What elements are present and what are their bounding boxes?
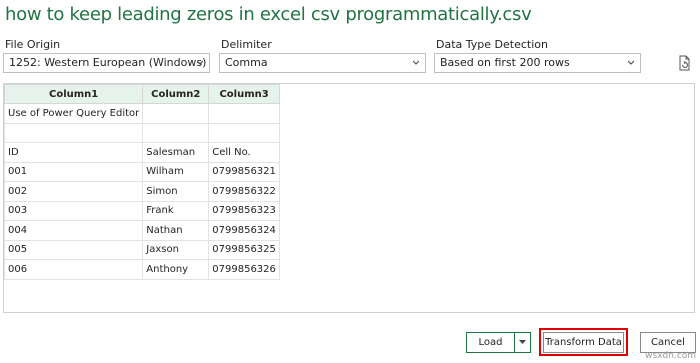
window-title: how to keep leading zeros in excel csv p…: [5, 4, 532, 25]
table-cell: [208, 122, 280, 143]
table-row: 003 Frank 0799856323: [4, 200, 280, 221]
table-cell: 0799856324: [208, 220, 280, 241]
table-cell: Nathan: [142, 220, 210, 241]
table-cell: [142, 103, 210, 124]
table-cell: 0799856325: [208, 239, 280, 260]
preview-table: Column1 Column2 Column3 Use of Power Que…: [4, 84, 280, 280]
table-cell: [142, 122, 210, 143]
data-type-detection-select[interactable]: Based on first 200 rows: [434, 53, 641, 73]
table-row: 004 Nathan 0799856324: [4, 220, 280, 241]
table-header-row: Column1 Column2 Column3: [4, 84, 280, 104]
watermark-text: wsxdn.com: [645, 351, 696, 361]
table-row: ID Salesman Cell No.: [4, 142, 280, 163]
data-type-detection-value: Based on first 200 rows: [440, 56, 570, 69]
table-cell: 003: [4, 200, 144, 221]
table-row: [4, 122, 280, 143]
table-cell: 005: [4, 239, 144, 260]
file-origin-value: 1252: Western European (Windows): [9, 56, 207, 69]
data-preview-grid[interactable]: Column1 Column2 Column3 Use of Power Que…: [3, 83, 695, 313]
table-cell: Jaxson: [142, 239, 210, 260]
table-row: 006 Anthony 0799856326: [4, 259, 280, 280]
chevron-down-icon: [519, 340, 526, 344]
delimiter-select[interactable]: Comma: [219, 53, 426, 73]
load-split-button[interactable]: Load: [466, 332, 531, 353]
table-cell: Wilham: [142, 161, 210, 182]
table-cell: Salesman: [142, 142, 210, 163]
table-cell: 0799856323: [208, 200, 280, 221]
table-cell: Use of Power Query Editor: [4, 103, 144, 124]
table-cell: 0799856326: [208, 259, 280, 280]
highlight-box: [539, 328, 628, 356]
file-origin-label: File Origin: [5, 38, 61, 51]
refresh-file-icon[interactable]: [676, 55, 692, 71]
column-header: Column1: [4, 84, 144, 104]
chevron-down-icon: [628, 60, 634, 65]
table-row: 005 Jaxson 0799856325: [4, 239, 280, 260]
table-cell: 006: [4, 259, 144, 280]
table-cell: Frank: [142, 200, 210, 221]
chevron-down-icon: [197, 60, 203, 65]
table-row: Use of Power Query Editor: [4, 103, 280, 124]
delimiter-label: Delimiter: [221, 38, 272, 51]
table-cell: [4, 122, 144, 143]
load-button[interactable]: Load: [467, 333, 515, 352]
file-origin-select[interactable]: 1252: Western European (Windows): [3, 53, 210, 73]
table-cell: Cell No.: [208, 142, 280, 163]
column-header: Column3: [208, 84, 280, 104]
chevron-down-icon: [413, 60, 419, 65]
table-cell: 004: [4, 220, 144, 241]
delimiter-value: Comma: [225, 56, 268, 69]
data-type-detection-label: Data Type Detection: [436, 38, 548, 51]
column-header: Column2: [142, 84, 210, 104]
table-cell: 0799856321: [208, 161, 280, 182]
table-row: 001 Wilham 0799856321: [4, 161, 280, 182]
load-dropdown-button[interactable]: [515, 333, 530, 352]
table-cell: 002: [4, 181, 144, 202]
table-cell: Anthony: [142, 259, 210, 280]
table-cell: [208, 103, 280, 124]
table-cell: 001: [4, 161, 144, 182]
table-cell: ID: [4, 142, 144, 163]
cancel-button[interactable]: Cancel: [640, 332, 696, 353]
table-cell: 0799856322: [208, 181, 280, 202]
table-cell: Simon: [142, 181, 210, 202]
table-row: 002 Simon 0799856322: [4, 181, 280, 202]
